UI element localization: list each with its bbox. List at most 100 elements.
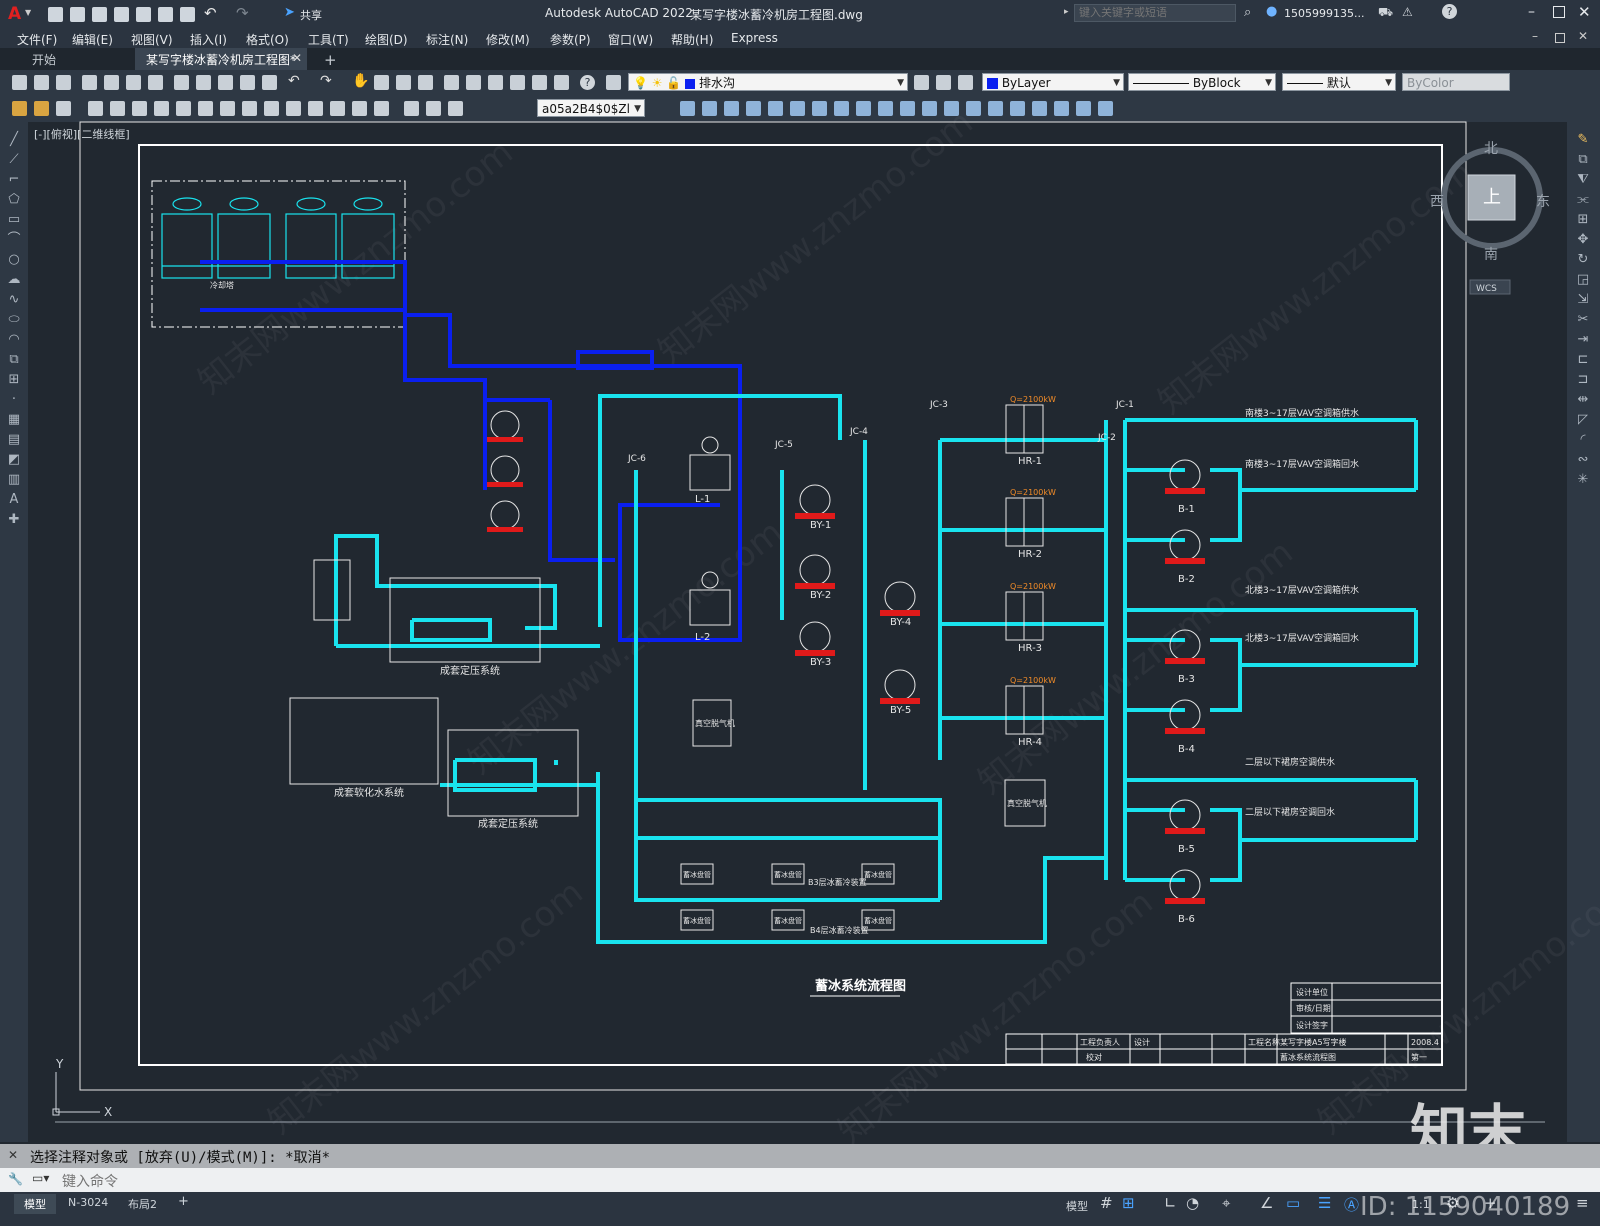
drawing-svg: 冷却塔 L-1 L-2 HR-1 HR-2 HR-3 HR-4 Q=2100kW… (52, 121, 1550, 1166)
command-wrench-icon[interactable]: 🔧 (8, 1172, 23, 1186)
viewcube-east[interactable]: 东 (1536, 194, 1550, 210)
softening-frame (289, 697, 439, 785)
ice-tanks-b4-label: B4层冰蓄冷装置 (810, 925, 869, 935)
pump-b-6-label: B-6 (1178, 914, 1195, 925)
snap-icon[interactable]: ⊞ (1122, 1194, 1135, 1212)
hx-capacity-label: Q=2100kW (1010, 676, 1056, 685)
pump-b-4-label: B-4 (1178, 744, 1195, 755)
cooling-tower-frame (151, 180, 406, 328)
const-pressure-label-1: 成套定压系统 (440, 664, 500, 677)
annotation-icon[interactable]: Ⓐ (1344, 1194, 1359, 1215)
ice-tank-label: 蓄冰盘管 (683, 916, 711, 925)
tb-review: 审核/日期 (1296, 1003, 1331, 1013)
wcs-label[interactable]: WCS (1476, 284, 1497, 294)
command-prompt-icon[interactable]: ▭▾ (32, 1171, 49, 1185)
cooling-tower-label: 冷却塔 (210, 280, 234, 290)
hx-capacity-label: Q=2100kW (1010, 488, 1056, 497)
ice-tanks-b3-label: B3层冰蓄冷装置 (808, 877, 867, 887)
viewcube-top[interactable]: 上 (1483, 187, 1501, 208)
const-pressure-label-2: 成套定压系统 (478, 817, 538, 830)
softening-label: 成套软化水系统 (334, 786, 404, 799)
pump-by-2-label: BY-2 (810, 590, 831, 601)
status-bar: 模型 N-3024 布局2 + 模型 # ⊞ ∟ ◔ ⌖ ∠ ▭ ☰ Ⓐ 1:1… (0, 1192, 1600, 1226)
ice-tank-label: 蓄冰盘管 (683, 870, 711, 879)
hx-3-label: HR-3 (1018, 643, 1042, 654)
ucs-y-label: Y (55, 1057, 64, 1071)
ucs-icon (52, 1072, 100, 1116)
ice-tank-label: 蓄冰盘管 (774, 916, 802, 925)
tb-engineer: 工程负责人 (1080, 1037, 1120, 1047)
return-1-label: 南楼3~17层VAV空调箱回水 (1245, 458, 1359, 470)
ice-tank-label: 蓄冰盘管 (774, 870, 802, 879)
tb-sheet: 第一 (1411, 1052, 1427, 1062)
command-line: 🔧 ▭▾ (0, 1168, 1600, 1192)
layout-tab-layout2[interactable]: 布局2 (128, 1196, 157, 1212)
jc-1-label: JC-1 (1115, 400, 1134, 410)
chillers (689, 436, 731, 626)
otrack-icon[interactable]: ∠ (1260, 1194, 1273, 1212)
jc-6-label: JC-6 (627, 454, 646, 464)
cooling-pumps (487, 410, 523, 532)
command-history: ✕ 选择注释对象或 [放弃(U)/模式(M)]: *取消* (0, 1144, 1600, 1168)
command-input[interactable] (60, 1170, 1304, 1192)
hx-4-label: HR-4 (1018, 737, 1042, 748)
chiller-1-label: L-1 (695, 494, 710, 505)
expansion-tank (313, 559, 351, 621)
supply-3-label: 二层以下裙房空调供水 (1245, 756, 1335, 768)
viewcube-south[interactable]: 南 (1484, 247, 1498, 263)
deaerator-1-label: 真空脱气机 (695, 718, 735, 728)
model-space-button[interactable]: 模型 (1066, 1198, 1088, 1214)
layout-tab-model[interactable]: 模型 (14, 1194, 56, 1214)
layout-tab-n3024[interactable]: N-3024 (68, 1196, 108, 1209)
hx-capacity-label: Q=2100kW (1010, 395, 1056, 404)
cooling-water-pipes (200, 260, 742, 642)
chiller-2-label: L-2 (695, 632, 710, 643)
hx-1-label: HR-1 (1018, 456, 1042, 467)
layout-frame-outer (79, 121, 1467, 1091)
pump-by-1-label: BY-1 (810, 520, 831, 531)
pumps-by-labels: BY-1 BY-2 BY-3 BY-4 BY-5 (810, 520, 911, 716)
hx-2-label: HR-2 (1018, 549, 1042, 560)
deaerator-2-label: 真空脱气机 (1007, 798, 1047, 808)
branch-labels: 南楼3~17层VAV空调箱供水 南楼3~17层VAV空调箱回水 北楼3~17层V… (1245, 407, 1359, 818)
ortho-icon[interactable]: ∟ (1164, 1194, 1177, 1212)
jc-labels: JC-1 JC-2 JC-3 JC-4 JC-5 JC-6 (627, 400, 1134, 464)
supply-1-label: 南楼3~17层VAV空调箱供水 (1245, 407, 1359, 419)
ucs-x-label: X (104, 1105, 112, 1119)
tb-design-unit: 设计单位 (1296, 987, 1328, 997)
const-pressure-frame-2 (447, 729, 579, 817)
viewcube-west[interactable]: 西 (1430, 194, 1444, 210)
layout-tab-add[interactable]: + (178, 1194, 189, 1209)
title-block (1005, 982, 1443, 1065)
osnap-icon[interactable]: ⌖ (1222, 1194, 1230, 1212)
tb-project-name: 某写字楼A5写字楼 (1280, 1037, 1347, 1047)
supply-2-label: 北楼3~17层VAV空调箱供水 (1245, 584, 1359, 596)
customize-icon[interactable]: ≡ (1576, 1194, 1589, 1212)
watermark-id: ID: 1159040189 (1360, 1192, 1571, 1222)
grid-icon[interactable]: # (1100, 1194, 1113, 1212)
lineweight-icon[interactable]: ▭ (1286, 1194, 1300, 1212)
viewcube-north[interactable]: 北 (1484, 141, 1498, 157)
hx-capacity-label: Q=2100kW (1010, 582, 1056, 591)
polar-icon[interactable]: ◔ (1186, 1194, 1199, 1212)
command-history-text: 选择注释对象或 [放弃(U)/模式(M)]: *取消* (30, 1150, 331, 1166)
pump-by-4-label: BY-4 (890, 617, 911, 628)
cooling-towers (161, 197, 395, 279)
pump-by-3-label: BY-3 (810, 657, 831, 668)
ice-tank-label: 蓄冰盘管 (864, 916, 892, 925)
jc-3-label: JC-3 (929, 400, 948, 410)
jc-4-label: JC-4 (849, 427, 868, 437)
tb-drawing-name: 蓄冰系统流程图 (1280, 1052, 1336, 1062)
pumps-b-labels: B-1 B-2 B-3 B-4 B-5 B-6 (1178, 504, 1195, 925)
tb-design: 设计 (1134, 1037, 1150, 1047)
command-close-icon[interactable]: ✕ (8, 1148, 18, 1162)
pump-b-3-label: B-3 (1178, 674, 1195, 685)
pump-b-5-label: B-5 (1178, 844, 1195, 855)
return-3-label: 二层以下裙房空调回水 (1245, 806, 1335, 818)
transparency-icon[interactable]: ☰ (1318, 1194, 1331, 1212)
tb-date: 2008.4 (1411, 1038, 1439, 1047)
tb-project: 工程名称 (1248, 1037, 1280, 1047)
pump-b-2-label: B-2 (1178, 574, 1195, 585)
ice-tank-label: 蓄冰盘管 (864, 870, 892, 879)
tb-signature: 设计签字 (1296, 1020, 1328, 1030)
